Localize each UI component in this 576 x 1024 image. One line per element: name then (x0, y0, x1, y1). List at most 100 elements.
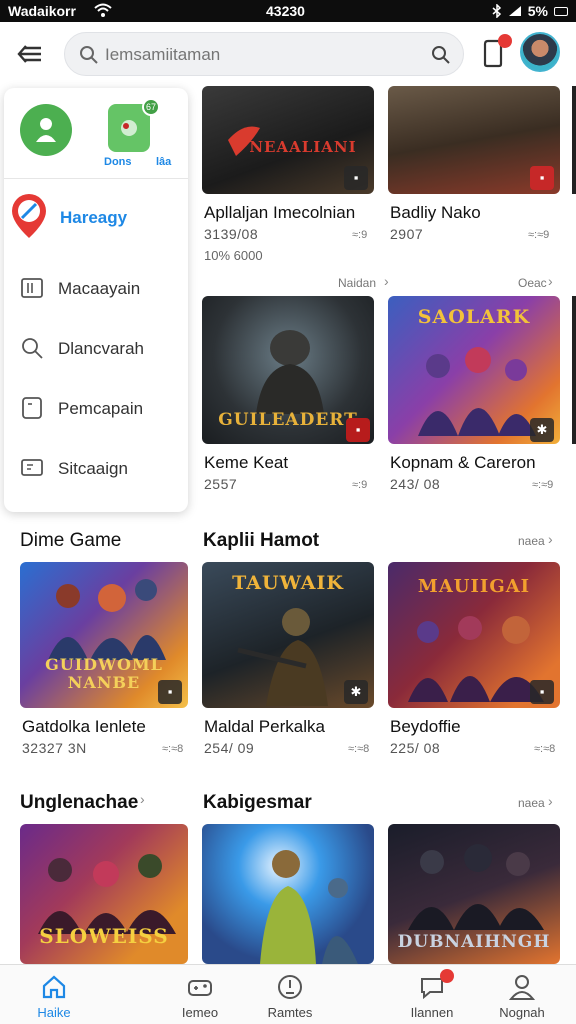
game-card[interactable]: MAUIIGAI ▪ Beydoffie 225/ 08 ≈:≈8 (388, 562, 560, 762)
see-more-link[interactable]: Oeac (518, 276, 547, 290)
bookmark-icon[interactable]: ✱ (344, 680, 368, 704)
game-meta: 3139/08 (204, 226, 259, 242)
wifi-icon (94, 3, 112, 17)
pin-icon (12, 194, 46, 238)
chevron-right-icon[interactable]: › (384, 273, 389, 289)
game-card[interactable]: ▪ Badliy Nako 2907 ≈:≈9 (388, 86, 560, 276)
game-art-title: SLOWEISS (39, 924, 169, 948)
game-card[interactable] (202, 824, 374, 964)
status-right: 5% (492, 3, 568, 19)
gamepad-icon (188, 980, 212, 996)
search-input[interactable] (105, 43, 405, 67)
bookmark-icon[interactable]: ✱ (530, 418, 554, 442)
game-title: Beydoffie (390, 717, 461, 736)
status-bar: Wadaikorr 43230 5% (0, 0, 576, 22)
see-more-link[interactable]: Naidan (338, 276, 376, 290)
game-title: Badliy Nako (390, 203, 481, 222)
drawer-item-label: Pemcapain (58, 399, 144, 418)
notifications-button[interactable] (480, 34, 512, 68)
bookmark-icon[interactable]: ▪ (530, 680, 554, 704)
nav-label: Ilannen (410, 1005, 454, 1020)
game-meta-secondary: ≈:≈8 (534, 743, 556, 755)
see-more-link[interactable]: naea (518, 796, 545, 810)
drawer-item-label: Hareagy (60, 208, 128, 227)
divider (4, 178, 188, 179)
chevron-right-icon[interactable]: › (140, 791, 145, 807)
game-meta-secondary: ≈:≈8 (348, 743, 370, 755)
game-thumbnail: SLOWEISS (20, 824, 188, 964)
character-art (256, 330, 324, 414)
game-meta: 225/ 08 (390, 740, 441, 756)
page-icon (22, 397, 42, 419)
search-submit-icon[interactable] (431, 45, 451, 65)
drawer-item[interactable]: Pemcapain (4, 384, 188, 432)
nav-label: Haike (37, 1005, 71, 1020)
app-header (0, 22, 576, 86)
game-card[interactable]: GUILEADERT ▪ Keme Keat 2557 ≈:9 (202, 296, 374, 496)
bookmark-icon[interactable]: ▪ (158, 680, 182, 704)
character-art (408, 844, 544, 930)
carrier-label: Wadaikorr (8, 3, 76, 19)
game-art-title: NEAALIANI (249, 138, 357, 156)
bug-icon (121, 120, 137, 136)
section-title: Kabigesmar (203, 792, 312, 813)
game-meta: 2907 (390, 226, 424, 242)
game-card[interactable]: TAUWAIK ✱ Maldal Perkalka 254/ 09 ≈:≈8 (202, 562, 374, 762)
search-icon (80, 46, 98, 64)
drawer-item-label: Sitcaaign (58, 459, 128, 478)
notification-badge (440, 969, 454, 983)
chevron-right-icon[interactable]: › (548, 531, 553, 547)
drawer-item-label: Macaayain (58, 279, 141, 298)
game-meta: 32327 3N (22, 740, 87, 756)
chevron-right-icon[interactable]: › (548, 273, 553, 289)
chevron-right-icon[interactable]: › (548, 793, 553, 809)
battery-icon (554, 6, 568, 16)
search-bar[interactable] (64, 32, 464, 76)
game-card[interactable]: SLOWEISS (20, 824, 188, 964)
drawer-item-label: Dlancvarah (58, 339, 144, 358)
notification-badge (498, 34, 512, 48)
nav-ramtes[interactable]: Ramtes (240, 965, 340, 1024)
bookmark-icon[interactable]: ▪ (530, 166, 554, 190)
game-art-title: SAOLARK (417, 306, 531, 328)
user-icon (36, 118, 56, 142)
bookmark-icon[interactable]: ▪ (344, 166, 368, 190)
scroll-peek (572, 296, 576, 444)
character-art (38, 854, 176, 934)
game-card[interactable]: NEAALIANI ▪ Apllaljan Imecolnian 3139/08… (202, 86, 374, 276)
character-art (260, 850, 358, 964)
section-title: Dime Game (20, 530, 122, 551)
game-title: Keme Keat (204, 453, 289, 472)
nav-games[interactable]: Iemeo (150, 965, 250, 1024)
back-menu-icon[interactable] (16, 40, 44, 68)
notification-badge: 67 (142, 98, 160, 116)
game-card[interactable]: DUBNAIHNGH (388, 824, 560, 964)
drawer-item[interactable]: Dlancvarah (4, 324, 188, 372)
side-drawer: 67 Dons lâa Hareagy Macaayain Dlancvarah… (4, 88, 188, 512)
drawer-item-active[interactable]: Hareagy (4, 186, 188, 246)
game-card[interactable]: GUIDWOML NANBE ▪ Gatdolka Ienlete 32327 … (20, 562, 188, 762)
bookmark-icon[interactable]: ▪ (346, 418, 370, 442)
character-art (408, 616, 544, 702)
see-more-link[interactable]: naea (518, 534, 545, 548)
game-meta-secondary: ≈:9 (352, 229, 368, 241)
bottom-navigation: Haike Iemeo Ramtes Ilannen Nognah (0, 964, 576, 1024)
drawer-item[interactable]: Sitcaaign (4, 444, 188, 492)
profile-avatar[interactable] (20, 104, 72, 156)
game-meta: 243/ 08 (390, 476, 441, 492)
app-shortcut[interactable]: 67 (108, 98, 160, 152)
nav-home[interactable]: Haike (4, 965, 104, 1024)
nav-messages[interactable]: Ilannen (382, 965, 482, 1024)
search-icon (22, 338, 43, 359)
game-card[interactable]: SAOLARK ✱ Kopnam & Careron 243/ 08 ≈:≈9 (388, 296, 560, 496)
nav-profile[interactable]: Nognah (472, 965, 572, 1024)
user-avatar[interactable] (520, 32, 560, 72)
game-thumbnail (202, 824, 374, 964)
game-extra: 10% 6000 (204, 248, 263, 263)
signal-icon (508, 6, 521, 16)
game-meta: 2557 (204, 476, 238, 492)
game-meta-secondary: ≈:9 (352, 479, 368, 491)
drawer-item[interactable]: Macaayain (4, 264, 188, 312)
shortcut-label: Dons (104, 156, 132, 168)
game-art-title: TAUWAIK (232, 572, 344, 594)
